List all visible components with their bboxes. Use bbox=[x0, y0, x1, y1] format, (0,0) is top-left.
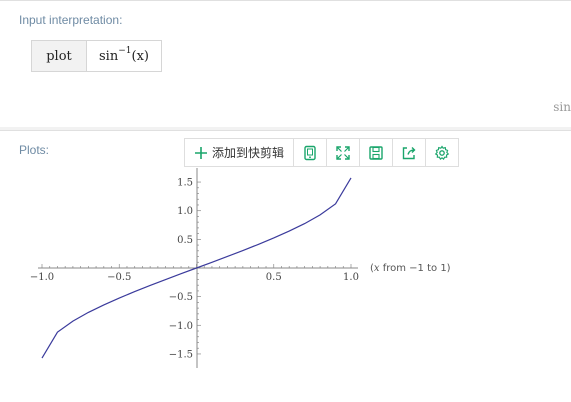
y-tick-label: −1.5 bbox=[169, 349, 193, 360]
plot-area: −1.0 −0.5 0.5 1.0 1.5 1.0 0.5 −0.5 −1.0 −1.5 (x f… bbox=[30, 168, 451, 368]
save-icon bbox=[369, 145, 383, 160]
tablet-button[interactable] bbox=[294, 139, 327, 166]
interpretation-expression-cell: sin −1 (x) bbox=[87, 41, 161, 71]
truncated-result-text: sin bbox=[553, 100, 571, 114]
tablet-icon bbox=[304, 145, 316, 160]
expr-function: sin bbox=[99, 48, 119, 64]
plus-icon bbox=[194, 146, 207, 159]
x-tick-label: 0.5 bbox=[266, 272, 282, 283]
add-to-clip-button[interactable]: 添加到快剪辑 bbox=[185, 139, 294, 166]
range-text: from −1 to 1) bbox=[380, 263, 451, 274]
x-tick-label: −0.5 bbox=[107, 272, 131, 283]
x-range-label: (x from −1 to 1) bbox=[370, 263, 451, 274]
settings-button[interactable] bbox=[426, 139, 458, 166]
share-button[interactable] bbox=[393, 139, 426, 166]
expand-icon bbox=[336, 145, 350, 160]
plot-toolbar: 添加到快剪辑 bbox=[184, 138, 459, 167]
share-icon bbox=[402, 146, 416, 159]
interpretation-table: plot sin −1 (x) bbox=[31, 40, 162, 72]
expr-superscript: −1 bbox=[118, 46, 132, 56]
y-tick-label: 1.0 bbox=[177, 206, 193, 217]
save-button[interactable] bbox=[360, 139, 393, 166]
expand-button[interactable] bbox=[327, 139, 360, 166]
y-tick-label: −1.0 bbox=[169, 321, 193, 332]
y-tick-label: −0.5 bbox=[169, 292, 193, 303]
x-tick-label: 1.0 bbox=[343, 272, 359, 283]
x-tick-label: −1.0 bbox=[30, 272, 54, 283]
add-to-clip-label: 添加到快剪辑 bbox=[211, 146, 284, 160]
input-interpretation-pod: Input interpretation: plot sin −1 (x) sin bbox=[0, 0, 571, 128]
y-tick-label: 0.5 bbox=[177, 235, 193, 246]
gear-icon bbox=[434, 145, 450, 160]
interpretation-head-cell: plot bbox=[32, 41, 87, 71]
y-tick-label: 1.5 bbox=[177, 178, 193, 189]
expr-argument: (x) bbox=[131, 48, 149, 64]
input-interpretation-title: Input interpretation: bbox=[19, 13, 123, 27]
